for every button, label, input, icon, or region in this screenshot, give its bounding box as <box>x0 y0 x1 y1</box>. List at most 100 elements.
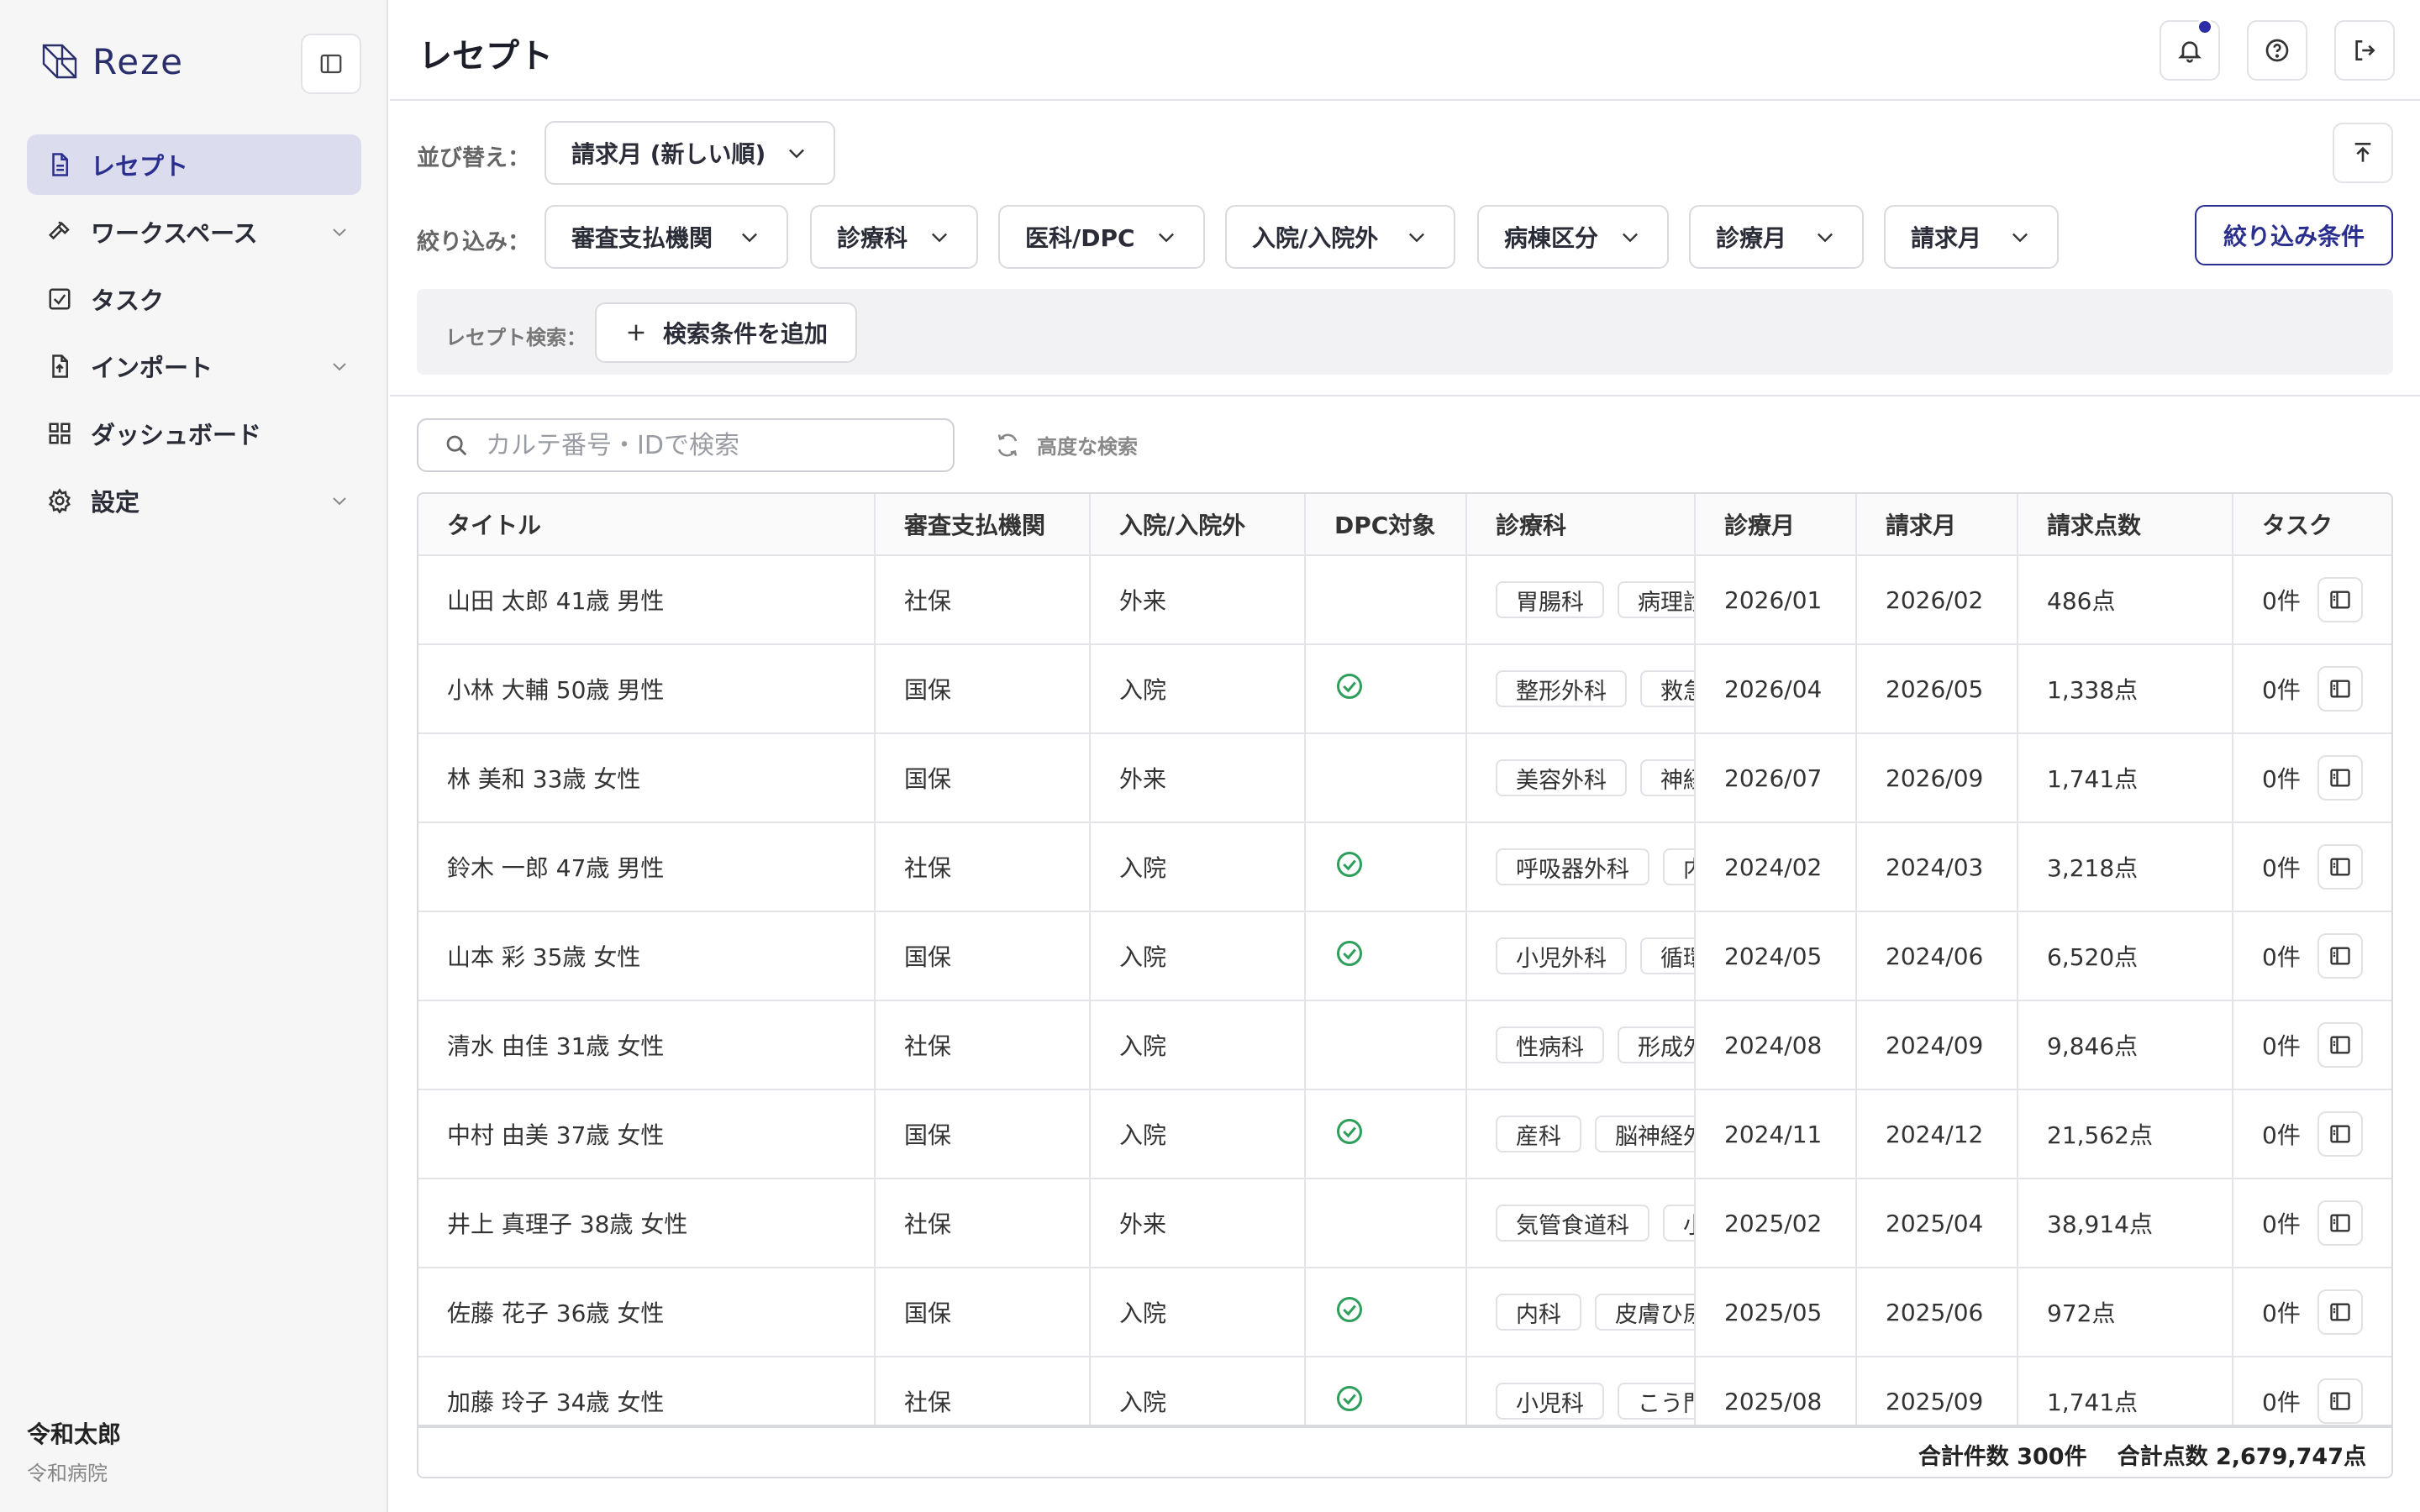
open-panel-button[interactable] <box>2317 577 2363 622</box>
col-tasks[interactable]: タスク <box>2233 494 2391 554</box>
add-search-condition-label: 検索条件を追加 <box>662 320 828 348</box>
cell-points-text: 1,741点 <box>2047 1389 2139 1416</box>
cell-points: 21,562点 <box>2018 1090 2233 1178</box>
table-row[interactable]: 佐藤 花子 36歳 女性 国保 入院 内科皮膚ひ尿器科 2025/05 2025/06 97… <box>418 1268 2391 1357</box>
chevron-down-icon <box>333 497 346 506</box>
filter-treatment-month-dropdown[interactable]: 診療月 <box>1689 205 1864 269</box>
scroll-to-top-button[interactable] <box>2333 123 2393 183</box>
table-row[interactable]: 中村 由美 37歳 女性 国保 入院 産科脳神経外科 2024/11 2024/12 21,… <box>418 1090 2391 1179</box>
col-payer[interactable]: 審査支払機関 <box>876 494 1091 554</box>
open-panel-button[interactable] <box>2317 755 2363 801</box>
table-row[interactable]: 山本 彩 35歳 女性 国保 入院 小児外科循環器科 2024/05 2024/06 6,5… <box>418 912 2391 1001</box>
filter-billing-month-dropdown[interactable]: 請求月 <box>1884 205 2059 269</box>
sidebar-item-tasks[interactable]: タスク <box>27 269 361 329</box>
receipt-search-panel: レセプト検索： 検索条件を追加 <box>417 289 2393 375</box>
open-panel-button[interactable] <box>2317 844 2363 890</box>
filter-medical-dpc-dropdown[interactable]: 医科/DPC <box>998 205 1205 269</box>
help-button[interactable] <box>2247 20 2307 81</box>
col-treatment-month[interactable]: 診療月 <box>1696 494 1857 554</box>
table-row[interactable]: 山田 太郎 41歳 男性 社保 外来 胃腸科病理診断科 2026/01 2026/02 48… <box>418 556 2391 645</box>
open-panel-button[interactable] <box>2317 1022 2363 1068</box>
filter-payer-dropdown[interactable]: 審査支払機関 <box>544 205 788 269</box>
filter-inpatient-dropdown[interactable]: 入院/入院外 <box>1225 205 1455 269</box>
cell-title-text[interactable]: 清水 由佳 31歳 女性 <box>447 1028 664 1062</box>
sidebar-item-import[interactable]: インポート <box>27 336 361 396</box>
sidebar-item-workspace[interactable]: ワークスペース <box>27 202 361 262</box>
cell-title-text[interactable]: 井上 真理子 38歳 女性 <box>447 1206 687 1240</box>
cell-title-text[interactable]: 山本 彩 35歳 女性 <box>447 939 640 973</box>
table-row[interactable]: 井上 真理子 38歳 女性 社保 外来 気管食道科小児科 2025/02 2025/04 3… <box>418 1179 2391 1268</box>
notifications-button[interactable] <box>2160 18 2220 81</box>
cell-title-text[interactable]: 小林 大輔 50歳 男性 <box>447 672 664 706</box>
filter-ward-dropdown[interactable]: 病棟区分 <box>1477 205 1669 269</box>
cell-billing-month-text: 2025/09 <box>1886 1387 1984 1415</box>
col-points[interactable]: 請求点数 <box>2018 494 2233 554</box>
cell-inout-text: 入院 <box>1119 1032 1167 1060</box>
table-row[interactable]: 清水 由佳 31歳 女性 社保 入院 性病科形成外科 2024/08 2024/09 9,8… <box>418 1001 2391 1090</box>
cell-treatment-month-text: 2024/11 <box>1724 1120 1823 1148</box>
cell-title-text[interactable]: 佐藤 花子 36歳 女性 <box>447 1295 664 1329</box>
open-panel-button[interactable] <box>2317 666 2363 711</box>
cell-title-text[interactable]: 加藤 玲子 34歳 女性 <box>447 1384 664 1418</box>
filter-conditions-button[interactable]: 絞り込み条件 <box>2195 205 2393 265</box>
sidebar-item-settings[interactable]: 設定 <box>27 470 361 531</box>
col-department[interactable]: 診療科 <box>1467 494 1696 554</box>
reze-logo-icon <box>42 44 77 79</box>
open-panel-button[interactable] <box>2317 933 2363 979</box>
header: レセプト <box>390 0 2420 101</box>
table-row[interactable]: 小林 大輔 50歳 男性 国保 入院 整形外科救急科 2026/04 2026/05 1,3… <box>418 645 2391 734</box>
checkbox-icon <box>49 288 71 310</box>
cell-billing-month-text: 2024/12 <box>1886 1120 1984 1148</box>
cell-treatment-month-text: 2026/07 <box>1724 764 1823 792</box>
department-tag: 小児科 <box>1663 1205 1694 1242</box>
check-circle-icon <box>1334 938 1365 974</box>
sort-dropdown[interactable]: 請求月 (新しい順) <box>544 121 835 185</box>
col-inout[interactable]: 入院/入院外 <box>1091 494 1306 554</box>
cell-payer: 社保 <box>876 823 1091 911</box>
panel-icon <box>2330 1392 2350 1410</box>
cell-points-text: 486点 <box>2047 587 2116 615</box>
filter-department-dropdown[interactable]: 診療科 <box>810 205 978 269</box>
panel-icon <box>2330 769 2350 787</box>
open-panel-button[interactable] <box>2317 1200 2363 1246</box>
cell-treatment-month: 2025/02 <box>1696 1179 1857 1267</box>
sort-label: 並び替え： <box>417 145 530 171</box>
task-count: 0件 <box>2262 943 2301 971</box>
open-panel-button[interactable] <box>2317 1289 2363 1335</box>
user-profile[interactable]: 令和太郎 令和病院 <box>27 1416 121 1486</box>
cell-inout: 入院 <box>1091 645 1306 732</box>
cell-treatment-month-text: 2025/02 <box>1724 1209 1823 1237</box>
col-dpc[interactable]: DPC対象 <box>1306 494 1467 554</box>
add-search-condition-button[interactable]: 検索条件を追加 <box>595 302 857 363</box>
open-panel-button[interactable] <box>2317 1111 2363 1157</box>
table-row[interactable]: 林 美和 33歳 女性 国保 外来 美容外科神経内科 2026/07 2026/09 1,7… <box>418 734 2391 823</box>
cell-billing-month: 2026/02 <box>1857 556 2018 643</box>
chart-id-search[interactable] <box>417 418 955 472</box>
cell-billing-month-text: 2026/09 <box>1886 764 1984 792</box>
sidebar-toggle-button[interactable] <box>301 34 361 94</box>
cell-points-text: 21,562点 <box>2047 1121 2153 1149</box>
cell-title-text[interactable]: 鈴木 一郎 47歳 男性 <box>447 850 664 884</box>
advanced-search-button[interactable]: 高度な検索 <box>995 430 1138 459</box>
cell-tasks: 0件 <box>2233 645 2391 732</box>
cell-title-text[interactable]: 中村 由美 37歳 女性 <box>447 1117 664 1151</box>
logo[interactable]: Reze <box>39 40 184 82</box>
sidebar-item-receipts[interactable]: レセプト <box>27 134 361 195</box>
search-input[interactable] <box>486 430 939 460</box>
check-circle-icon <box>1334 849 1365 885</box>
table-row[interactable]: 鈴木 一郎 47歳 男性 社保 入院 呼吸器外科内科 2024/02 2024/03 3,2… <box>418 823 2391 912</box>
cell-points: 486点 <box>2018 556 2233 643</box>
logout-button[interactable] <box>2334 20 2395 81</box>
cell-dpc <box>1306 1090 1467 1178</box>
col-billing-month[interactable]: 請求月 <box>1857 494 2018 554</box>
col-title[interactable]: タイトル <box>418 494 876 554</box>
open-panel-button[interactable] <box>2317 1378 2363 1424</box>
cell-billing-month: 2024/12 <box>1857 1090 2018 1178</box>
search-icon <box>446 435 467 456</box>
cell-title-text[interactable]: 林 美和 33歳 女性 <box>447 761 640 795</box>
sidebar-item-dashboard[interactable]: ダッシュボード <box>27 403 361 464</box>
cell-treatment-month: 2025/05 <box>1696 1268 1857 1356</box>
file-upload-icon <box>52 354 68 378</box>
cell-department: 内科皮膚ひ尿器科 <box>1467 1268 1696 1356</box>
cell-title-text[interactable]: 山田 太郎 41歳 男性 <box>447 583 664 617</box>
